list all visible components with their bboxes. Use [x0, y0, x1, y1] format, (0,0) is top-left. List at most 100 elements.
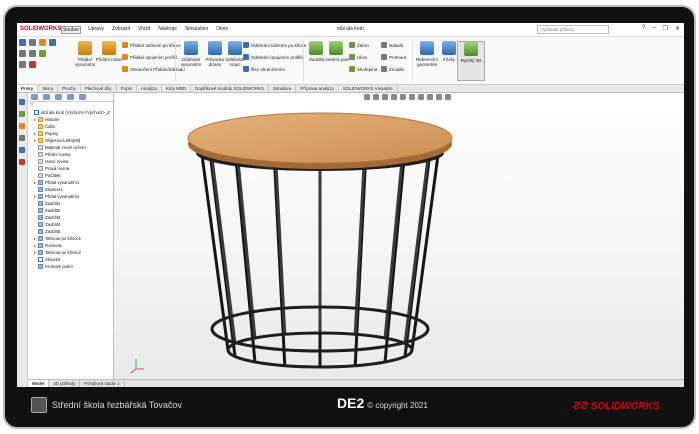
menu-simulation[interactable]: Simulation — [184, 26, 209, 34]
tree-node[interactable]: Skica16 — [28, 256, 113, 263]
appearance-icon[interactable] — [19, 123, 25, 129]
instant3d-button[interactable]: Rychlý 3D — [457, 41, 485, 81]
rib-button[interactable]: Žebro — [349, 42, 369, 48]
tree-node[interactable]: ▸ Přidat vysunutím1 — [28, 179, 113, 186]
linear-pattern-button[interactable]: Lineární pole — [322, 41, 350, 62]
revolve-boss-button[interactable]: Přidání rotací — [95, 41, 123, 62]
tree-node[interactable]: Materiál <není určen> — [28, 144, 113, 151]
open-icon[interactable] — [39, 39, 46, 46]
menu-tools[interactable]: Nástroje — [157, 26, 178, 34]
new-file-icon[interactable] — [29, 39, 36, 46]
feature-tree-tab-icon[interactable] — [31, 94, 38, 100]
display-icon[interactable] — [19, 111, 25, 117]
view-orient-icon[interactable] — [19, 99, 25, 105]
tree-node[interactable]: ▸ Přidat vysunutím2 — [28, 193, 113, 200]
menu-insert[interactable]: Vložit — [137, 26, 151, 34]
camera-icon[interactable] — [19, 147, 25, 153]
table-leg — [235, 144, 257, 339]
document-title: stůl ala kruh — [337, 26, 364, 32]
menu-window[interactable]: Okno — [215, 26, 229, 34]
menu-file[interactable]: Soubor — [61, 26, 82, 34]
table-model[interactable] — [114, 93, 684, 379]
tree-node[interactable]: Pravá rovina — [28, 165, 113, 172]
tree-node[interactable]: Zkosení1 — [28, 186, 113, 193]
restore-icon[interactable]: ❐ — [663, 25, 668, 32]
save-icon[interactable] — [49, 39, 56, 46]
tree-node[interactable]: ▸ Tahnout po křivce2 — [28, 249, 113, 256]
tab-surfaces[interactable]: Plochy — [58, 85, 81, 92]
tree-node-label: Kruhové pole3 — [45, 264, 73, 269]
tree-node[interactable]: Horní rovina — [28, 158, 113, 165]
button-label: Odebrání tažením po křivce — [251, 42, 307, 48]
wrap-button[interactable]: Nabalit — [381, 42, 403, 48]
redo-icon[interactable] — [29, 50, 36, 57]
tree-node[interactable]: Zaoblit4 — [28, 221, 113, 228]
tab-analysis-prep[interactable]: Příprava analýzy — [296, 85, 339, 92]
tab-mbd[interactable]: Kóty MBD — [162, 85, 192, 92]
loft-cut-button[interactable]: Odebrání spojením profilů — [243, 54, 303, 60]
options-icon[interactable] — [19, 61, 26, 68]
draft-button[interactable]: Úkos — [349, 54, 367, 60]
menu-edit[interactable]: Úpravy — [87, 26, 105, 34]
intersect-button[interactable]: Protnout — [381, 54, 406, 60]
funnel-icon[interactable]: ▽ — [28, 102, 113, 109]
mirror-button[interactable]: Zrcadlit — [381, 66, 404, 72]
tab-sheet-metal[interactable]: Plechové díly — [81, 85, 117, 92]
section-icon[interactable] — [19, 135, 25, 141]
loft-boss-button[interactable]: Přidání spojením profilů — [122, 54, 177, 60]
swept-boss-button[interactable]: Přidání tažením po křivce — [122, 42, 181, 48]
tab-evaluate[interactable]: Analýza — [137, 85, 162, 92]
tree-node[interactable]: ▸ Objemová těla(28) — [28, 137, 113, 144]
minimize-icon[interactable]: – — [652, 25, 655, 32]
record-icon[interactable] — [19, 159, 25, 165]
tree-node[interactable]: Zaoblit5 — [28, 228, 113, 235]
shell-button[interactable]: Skořepina — [349, 66, 377, 72]
tree-node[interactable]: Zaoblit2 — [28, 207, 113, 214]
tree-node[interactable]: ▸ Tahnout po křivce1 — [28, 235, 113, 242]
home-icon[interactable] — [19, 39, 26, 46]
tree-node[interactable]: ▸ Historie — [28, 116, 113, 123]
tree-node[interactable]: Kruhové pole3 — [28, 263, 113, 270]
tree-node[interactable]: stůl ala kruh (Výchozí<<Výchozí>_Z — [28, 109, 113, 116]
button-label: Odebrání spojením profilů — [251, 54, 303, 60]
tab-features[interactable]: Prvky — [17, 85, 39, 92]
select-icon[interactable] — [29, 61, 36, 68]
menu-view[interactable]: Zobrazit — [111, 26, 131, 34]
mirror-icon — [381, 66, 387, 72]
undo-icon[interactable] — [19, 50, 26, 57]
close-icon[interactable]: ✕ — [675, 25, 680, 32]
tab-motion-study[interactable]: Pohybová studie 1 — [80, 380, 125, 387]
title-bar: SOLIDWORKS Soubor Úpravy Zobrazit Vložit… — [17, 23, 684, 37]
rebuild-icon[interactable] — [39, 50, 46, 57]
tab-simulation[interactable]: Simulace — [269, 85, 297, 92]
swept-cut-button[interactable]: Odebrání tažením po křivce — [243, 42, 306, 48]
tree-node[interactable]: Přední rovina — [28, 151, 113, 158]
tree-node[interactable]: Zaoblit3 — [28, 214, 113, 221]
search-input[interactable]: Vyhledat příkazy — [537, 25, 609, 34]
help-icon[interactable]: ? — [642, 25, 645, 32]
dimxpert-tab-icon[interactable] — [67, 94, 74, 100]
tab-addins[interactable]: Doplňkové moduly SOLIDWORKS — [191, 85, 269, 92]
tab-annotation[interactable]: Popis — [117, 85, 137, 92]
tree-node[interactable]: ▸ Rotovat1 — [28, 242, 113, 249]
property-tab-icon[interactable] — [43, 94, 50, 100]
config-tab-icon[interactable] — [55, 94, 62, 100]
tree-node[interactable]: ▸ Popisy — [28, 130, 113, 137]
feature-icon — [38, 236, 43, 241]
tree-node[interactable]: Počátek — [28, 172, 113, 179]
rib-icon — [349, 42, 355, 48]
plane-icon — [38, 166, 43, 171]
tab-sketch[interactable]: Skica — [38, 85, 59, 92]
feature-icon — [38, 264, 43, 269]
tree-node-label: Počátek — [45, 173, 61, 178]
tree-node[interactable]: Zaoblit1 — [28, 200, 113, 207]
display-tab-icon[interactable] — [79, 94, 86, 100]
tab-3d-views[interactable]: 3D pohledy — [49, 380, 81, 387]
tab-visualize[interactable]: SOLIDWORKS Visualize — [339, 85, 398, 92]
tree-node-label: Pravá rovina — [45, 166, 70, 171]
tree-node[interactable]: Čidla — [28, 123, 113, 130]
button-label: Odebrání rotací — [225, 57, 245, 67]
boundary-cut-button[interactable]: Řez ohraničením — [243, 66, 285, 72]
graphics-area[interactable] — [114, 93, 684, 379]
tab-model[interactable]: Model — [28, 380, 50, 387]
